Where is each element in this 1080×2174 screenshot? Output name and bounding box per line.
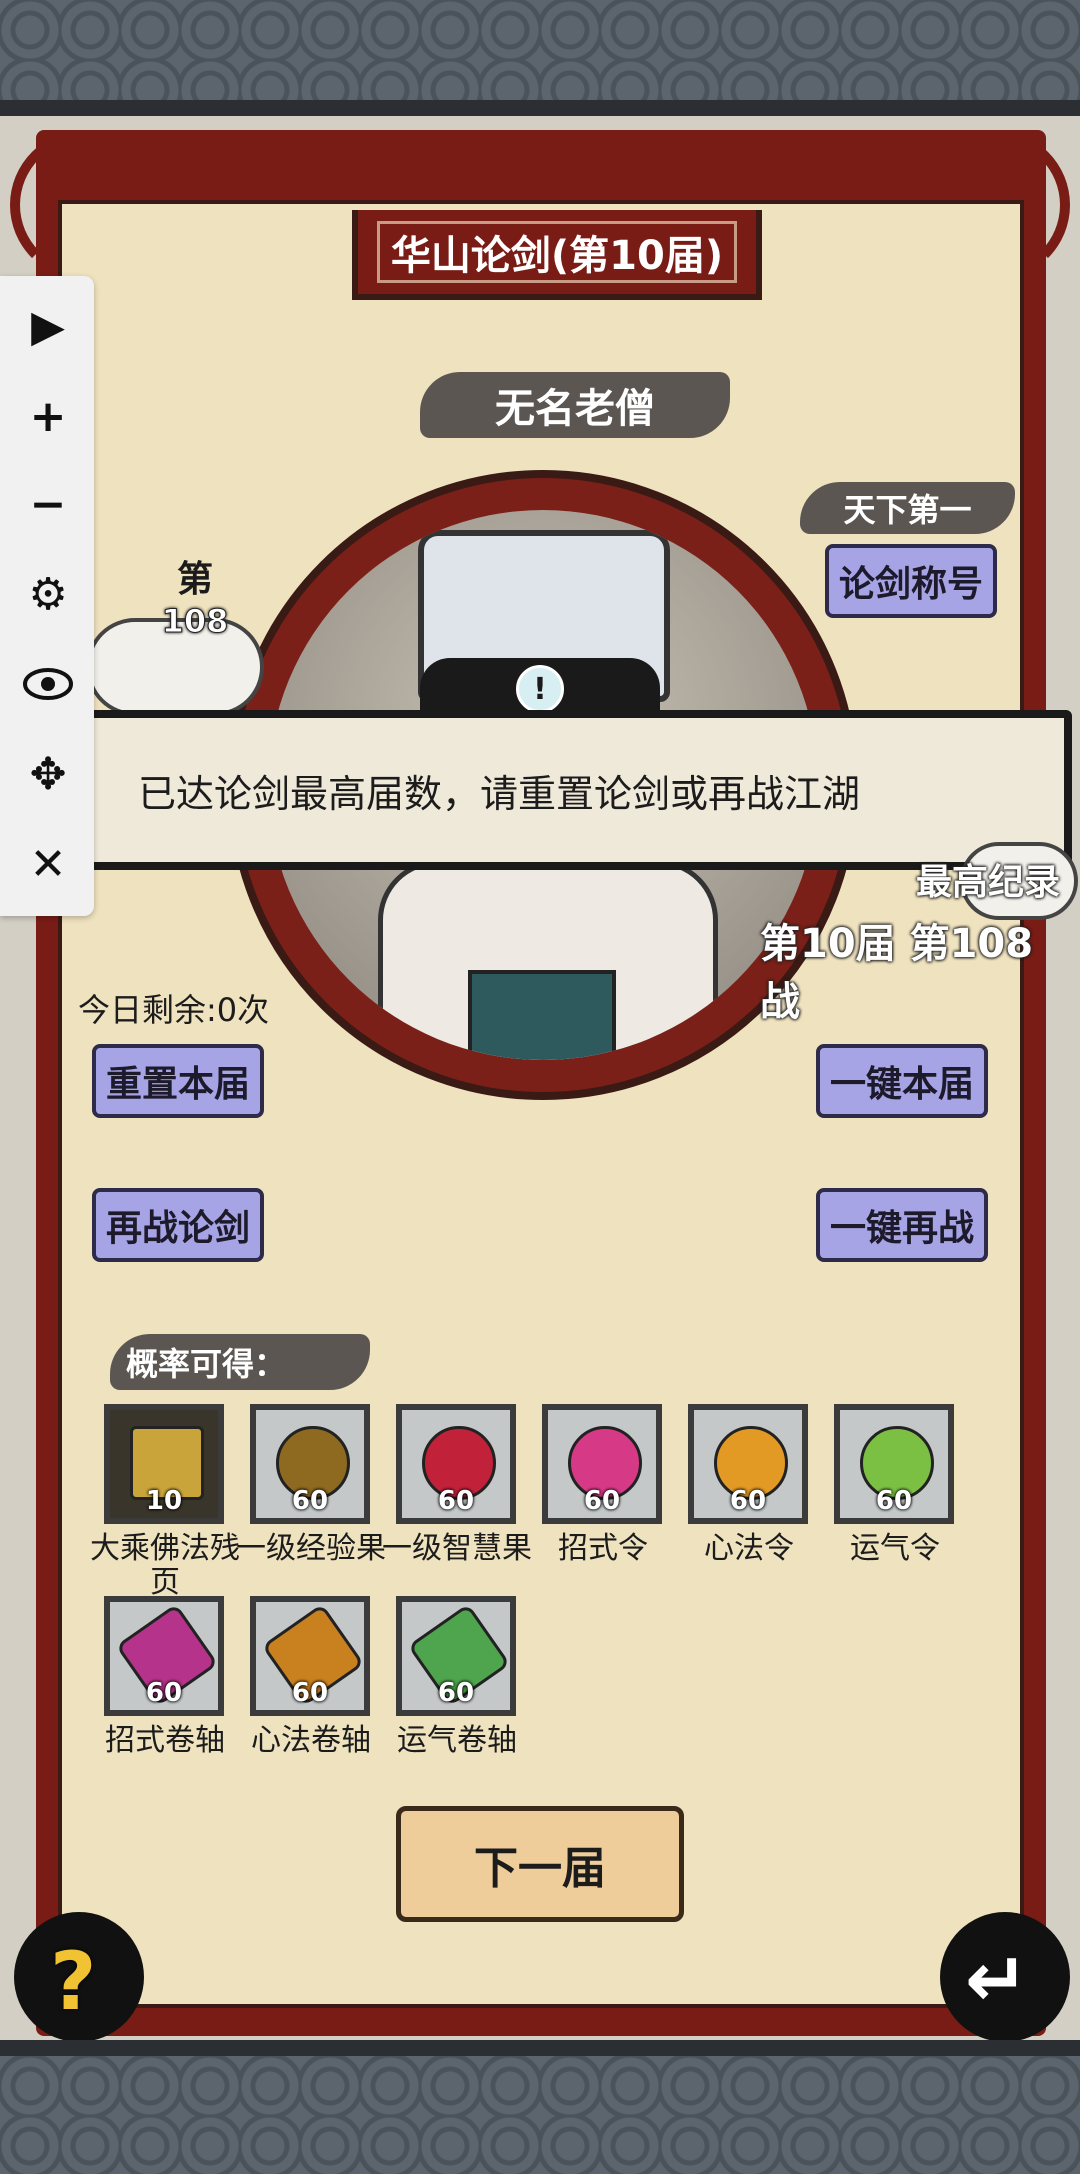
- floating-toolbar: ▶ + − ⚙ ✥ ✕: [0, 276, 94, 916]
- close-icon[interactable]: ✕: [20, 836, 76, 892]
- reward-item[interactable]: 60: [542, 1404, 662, 1524]
- reward-item[interactable]: 60: [688, 1404, 808, 1524]
- sword-title-button[interactable]: 论剑称号: [825, 544, 997, 618]
- reward-item[interactable]: 60: [396, 1596, 516, 1716]
- reward-item[interactable]: 60: [250, 1596, 370, 1716]
- monk-legs: [468, 970, 616, 1060]
- move-icon[interactable]: ✥: [20, 746, 76, 802]
- rank-label: 第: [176, 559, 213, 600]
- rechallenge-button[interactable]: 再战论剑: [92, 1188, 264, 1262]
- reward-item[interactable]: 10: [104, 1404, 224, 1524]
- reward-item-label: 一级经验果: [236, 1531, 386, 1566]
- play-icon[interactable]: ▶: [20, 298, 76, 354]
- reward-item-label: 心法令: [704, 1531, 794, 1566]
- reward-item-label: 大乘佛法残页: [90, 1531, 240, 1600]
- top-pattern-bar: [0, 0, 1080, 116]
- eye-icon[interactable]: [20, 656, 76, 712]
- reward-item[interactable]: 60: [834, 1404, 954, 1524]
- reward-item-label: 心法卷轴: [251, 1723, 371, 1758]
- back-arrow-icon[interactable]: ↵: [965, 1935, 1029, 2024]
- reward-item[interactable]: 60: [396, 1404, 516, 1524]
- opponent-name-banner: 无名老僧: [420, 372, 730, 438]
- plus-icon[interactable]: +: [20, 388, 76, 444]
- record-title: 最高纪录: [915, 862, 1060, 903]
- reward-item-label: 运气令: [850, 1531, 940, 1566]
- help-icon[interactable]: ?: [50, 1935, 96, 2028]
- alert-icon: !: [516, 665, 564, 713]
- gear-icon[interactable]: ⚙: [20, 566, 76, 622]
- reward-item[interactable]: 60: [104, 1596, 224, 1716]
- rank-title-banner: 天下第一: [800, 482, 1015, 534]
- reward-item-label: 招式令: [558, 1531, 648, 1566]
- reward-item-label: 运气卷轴: [397, 1723, 517, 1758]
- page-title: 华山论剑(第10届): [390, 233, 724, 279]
- rewards-heading-banner: 概率可得：: [110, 1334, 370, 1390]
- reward-item-label: 一级智慧果: [382, 1531, 532, 1566]
- remaining-attempts: 今日剩余:0次: [78, 991, 270, 1029]
- notice-message: 已达论剑最高届数，请重置论剑或再战江湖: [138, 771, 861, 816]
- reset-season-button[interactable]: 重置本届: [92, 1044, 264, 1118]
- reward-item[interactable]: 60: [250, 1404, 370, 1524]
- title-plaque: 华山论剑(第10届): [352, 210, 762, 300]
- rank-title-text: 天下第一: [843, 491, 972, 529]
- minus-icon[interactable]: −: [20, 476, 76, 532]
- notice-banner: 已达论剑最高届数，请重置论剑或再战江湖: [60, 710, 1072, 870]
- one-key-season-button[interactable]: 一键本届: [816, 1044, 988, 1118]
- opponent-name: 无名老僧: [495, 386, 655, 432]
- rewards-heading: 概率可得：: [126, 1345, 287, 1383]
- rank-number: 108: [161, 602, 229, 641]
- next-season-button[interactable]: 下一届: [396, 1806, 684, 1922]
- reward-item-label: 招式卷轴: [105, 1723, 225, 1758]
- bottom-pattern-bar: [0, 2040, 1080, 2174]
- battle-rank: 第 108: [140, 550, 250, 641]
- best-record: 最高纪录 第10届 第108战: [760, 862, 1060, 1025]
- one-key-rechallenge-button[interactable]: 一键再战: [816, 1188, 988, 1262]
- record-value: 第10届 第108战: [760, 921, 1034, 1025]
